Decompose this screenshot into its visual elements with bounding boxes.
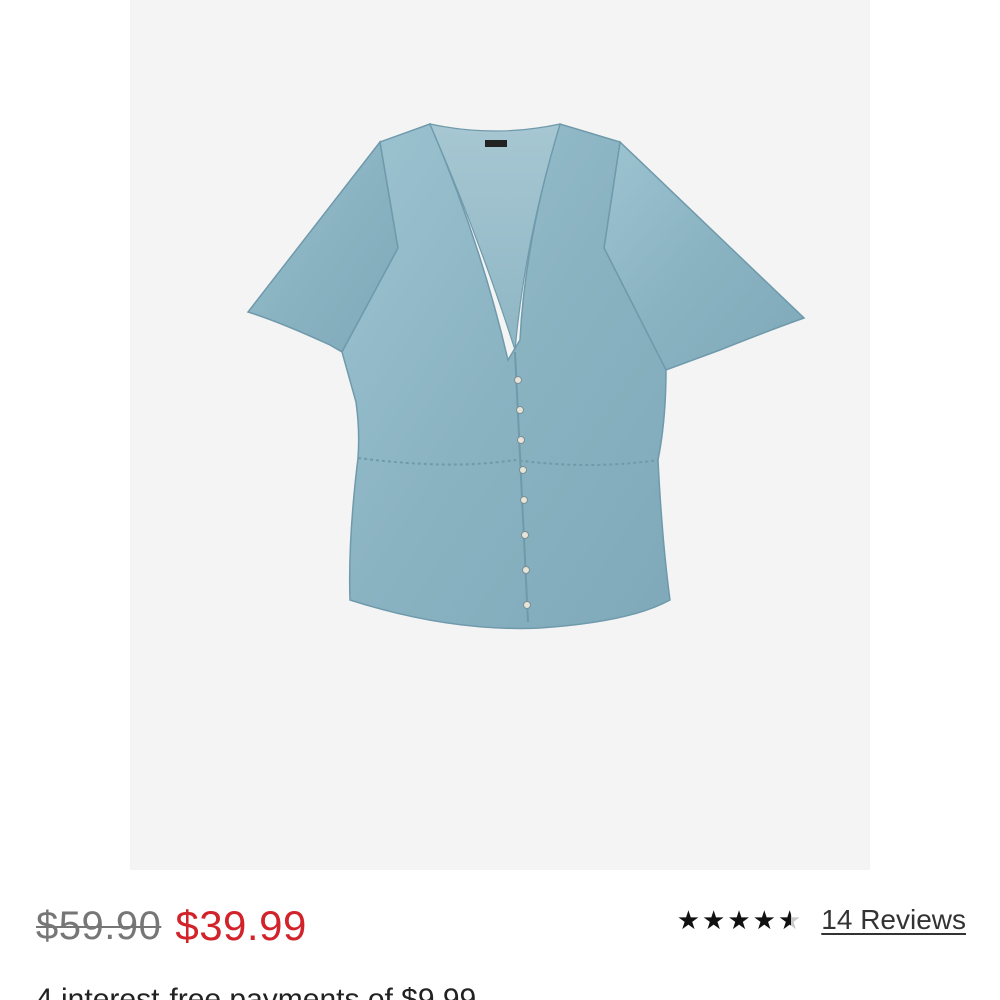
half-star-icon: ★ [778, 907, 801, 933]
price-row: $59.90 $39.99 [36, 896, 307, 956]
reviews-link[interactable]: 14 Reviews [821, 904, 966, 936]
neck-label [485, 140, 507, 147]
denim-top-illustration [246, 123, 806, 630]
installments-text: 4 interest-free payments of $9.99 [36, 983, 477, 1000]
product-image[interactable] [130, 0, 870, 870]
product-page: $59.90 $39.99 ★ ★ ★ ★ ★ 14 Reviews 4 int… [0, 0, 1000, 1000]
star-icon: ★ [727, 905, 751, 935]
original-price: $59.90 [36, 903, 162, 948]
rating[interactable]: ★ ★ ★ ★ ★ 14 Reviews [677, 900, 966, 940]
sale-price: $39.99 [175, 902, 307, 949]
star-icon: ★ [752, 905, 776, 935]
star-icon: ★ [702, 905, 726, 935]
star-icon: ★ [676, 905, 701, 935]
rating-stars: ★ ★ ★ ★ ★ [677, 907, 802, 933]
